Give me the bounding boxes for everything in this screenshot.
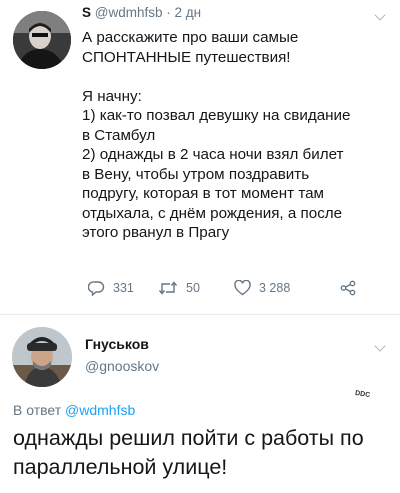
avatar[interactable] bbox=[12, 327, 72, 387]
author-handle[interactable]: @gnooskov bbox=[85, 358, 159, 374]
original-tweet: S @wdmhfsb · 2 дн А расскажите про ваши … bbox=[0, 0, 400, 300]
like-button[interactable]: 3 288 bbox=[234, 280, 290, 296]
retweet-button[interactable]: 50 bbox=[158, 280, 200, 296]
author-name[interactable]: S bbox=[82, 5, 91, 20]
retweet-count: 50 bbox=[186, 281, 200, 295]
share-icon bbox=[340, 280, 356, 296]
like-icon bbox=[234, 280, 251, 296]
author-name[interactable]: Гнуськов bbox=[85, 336, 149, 352]
replying-prefix: В ответ bbox=[13, 402, 62, 418]
reply-icon bbox=[88, 281, 105, 296]
chevron-down-icon[interactable] bbox=[374, 340, 386, 352]
retweet-icon bbox=[158, 281, 178, 295]
separator: · bbox=[166, 5, 171, 20]
like-count: 3 288 bbox=[259, 281, 291, 295]
reply-text: однажды решил пойти с работы по параллел… bbox=[13, 426, 364, 479]
avatar[interactable] bbox=[13, 11, 71, 69]
tweet-text: А расскажите про ваши самые СПОНТАННЫЕ п… bbox=[82, 29, 351, 241]
divider bbox=[0, 314, 400, 315]
reply-button[interactable]: 331 bbox=[88, 280, 134, 296]
tweet-header: S @wdmhfsb · 2 дн bbox=[82, 5, 201, 20]
replying-mention[interactable]: @wdmhfsb bbox=[65, 402, 135, 418]
author-handle[interactable]: @wdmhfsb bbox=[95, 5, 163, 20]
tweet-actions: 331 50 3 288 bbox=[88, 280, 378, 300]
replying-to: В ответ @wdmhfsb bbox=[13, 402, 135, 418]
reply-count: 331 bbox=[113, 281, 134, 295]
share-button[interactable] bbox=[340, 280, 356, 296]
timestamp[interactable]: 2 дн bbox=[175, 5, 202, 20]
watermark: DDC bbox=[354, 389, 371, 400]
chevron-down-icon[interactable] bbox=[374, 9, 386, 21]
